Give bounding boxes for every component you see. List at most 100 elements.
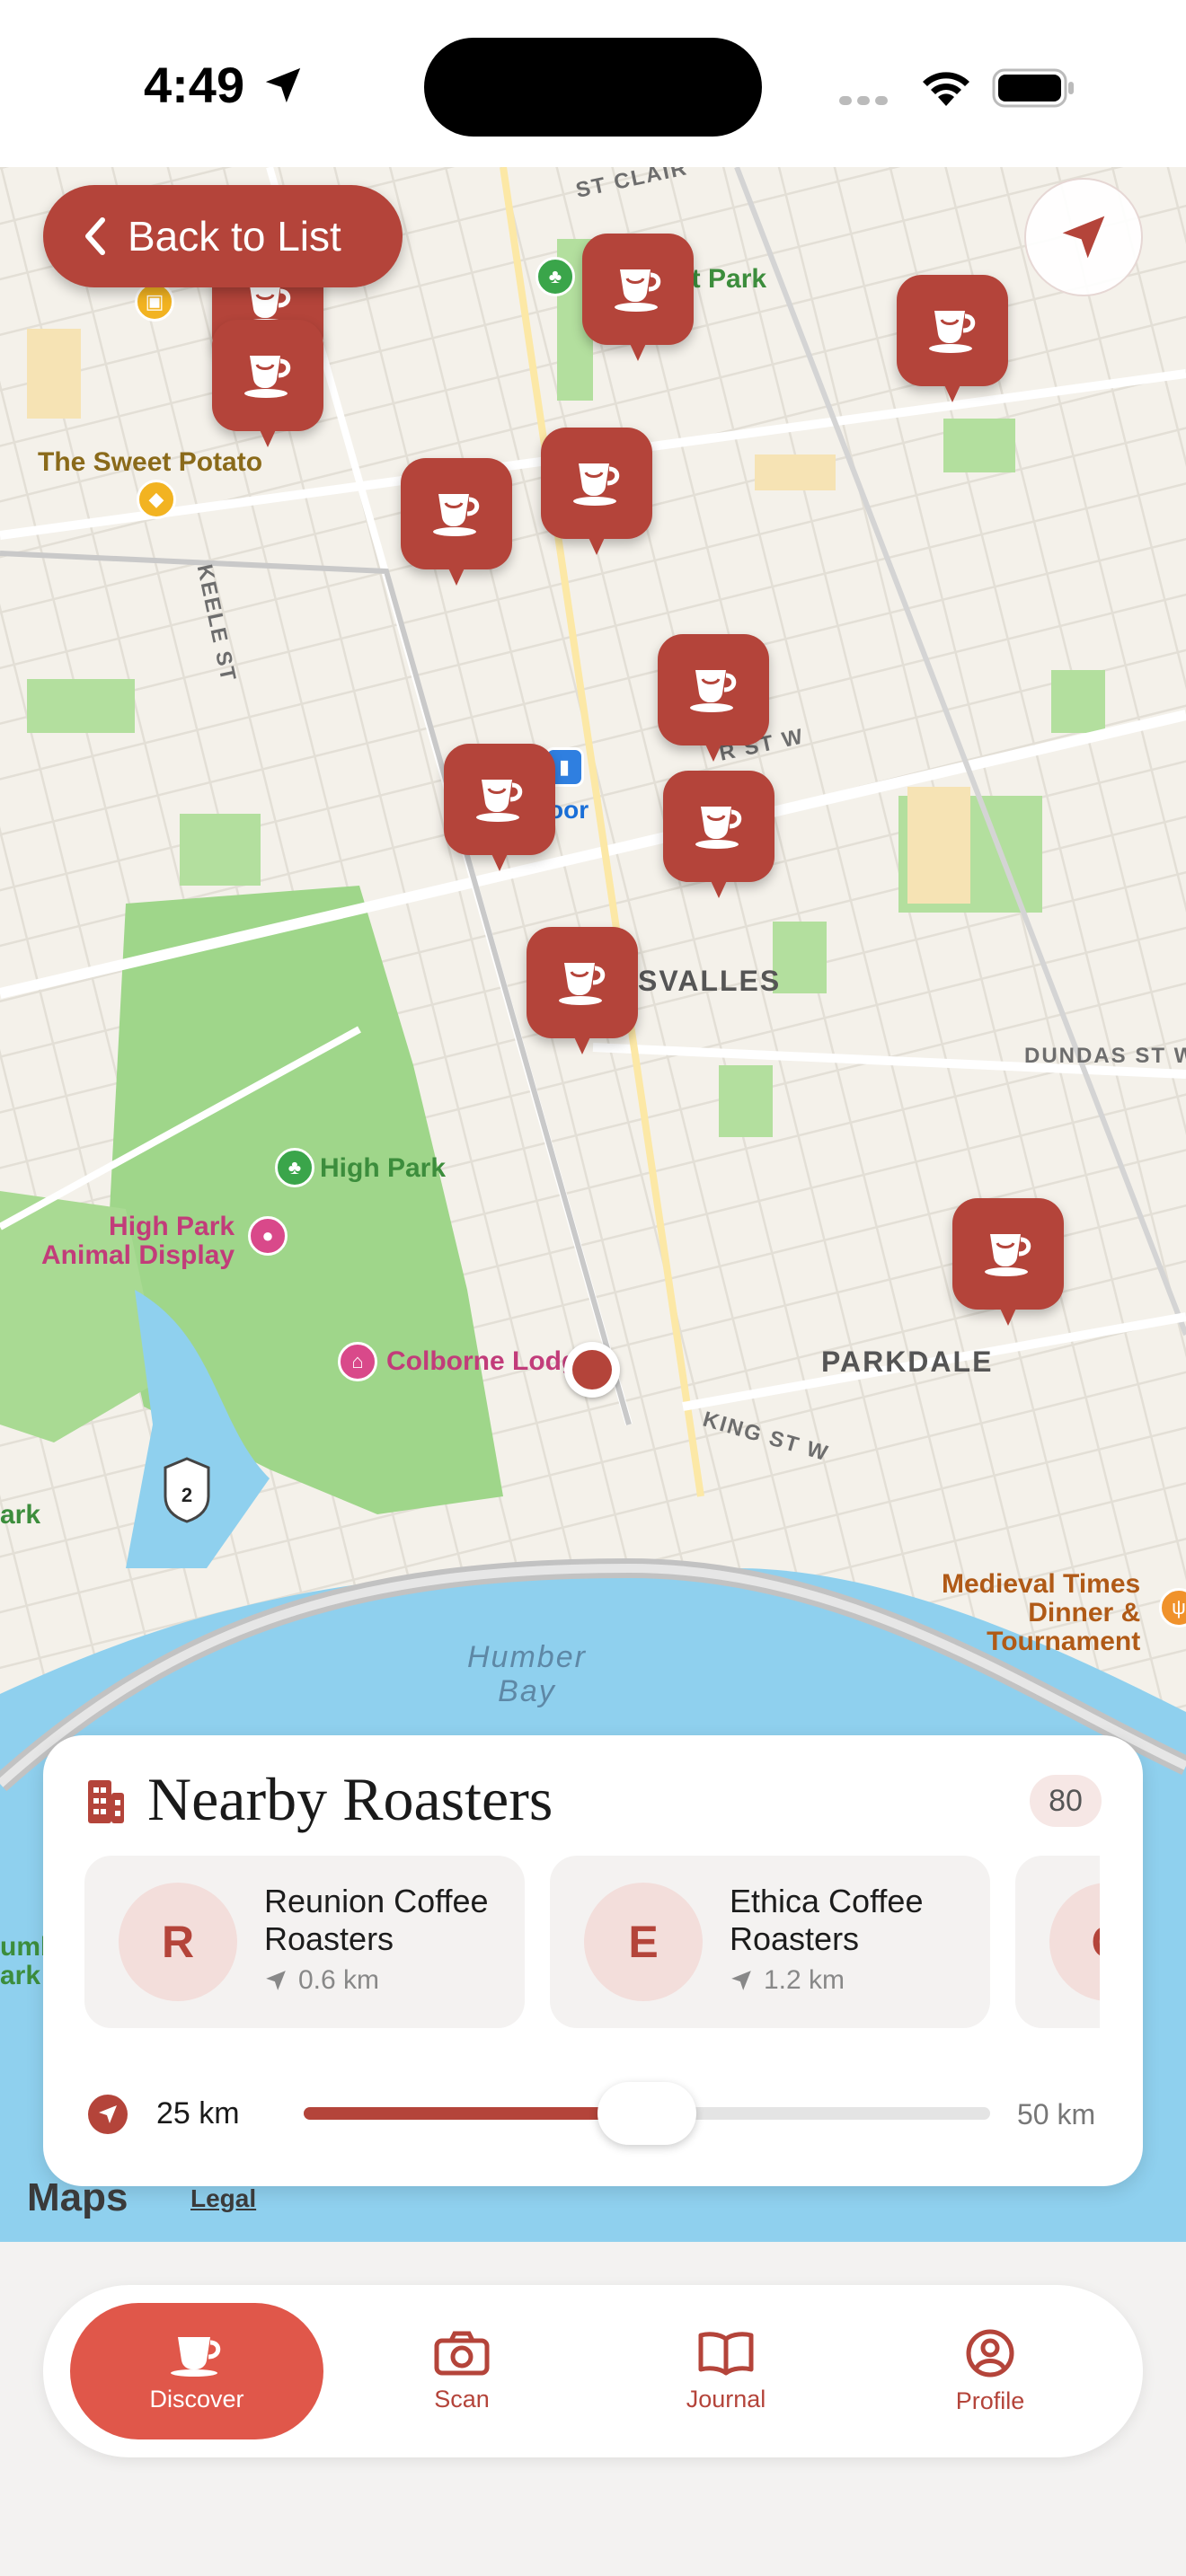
highway-shield-icon: 2 (164, 1457, 210, 1523)
park-tree-icon[interactable]: ♣ (275, 1148, 314, 1187)
roaster-map-pin[interactable] (582, 234, 694, 368)
roaster-distance: 0.6 km (264, 1965, 379, 1996)
location-arrow-icon (88, 2095, 128, 2134)
chevron-left-icon (85, 217, 105, 255)
back-to-list-button[interactable]: Back to List (43, 185, 403, 287)
park-tree-icon[interactable]: ♣ (535, 257, 575, 296)
map-label-animal-display: High Park Animal Display (41, 1212, 235, 1270)
roaster-map-pin[interactable] (541, 428, 652, 562)
coffee-cup-icon (433, 494, 480, 536)
coffee-cup-icon (573, 463, 620, 506)
back-to-list-label: Back to List (128, 213, 341, 260)
cup-icon (171, 2336, 221, 2377)
radius-slider-thumb[interactable] (597, 2082, 696, 2145)
roaster-map-pin[interactable] (658, 634, 769, 769)
radius-slider-fill (304, 2107, 629, 2120)
roaster-name: Reunion Coffee Roasters (264, 1883, 489, 1957)
map-label-dundas: DUNDAS ST W (1024, 1044, 1186, 1068)
map-label-medieval-times: Medieval Times Dinner & Tournament (942, 1569, 1141, 1656)
coffee-cup-icon (690, 670, 737, 712)
radius-max: 50 km (1017, 2098, 1096, 2130)
roaster-distance-value: 0.6 km (298, 1965, 380, 1995)
nearby-roasters-title: Nearby Roasters (147, 1765, 553, 1833)
camera-icon (434, 2331, 490, 2375)
roaster-map-pin[interactable] (212, 320, 323, 454)
map-label-left-park: ark (0, 1500, 41, 1530)
tab-profile[interactable]: Profile (882, 2285, 1098, 2457)
pin-tail (997, 1302, 1019, 1326)
tab-discover[interactable]: Discover (70, 2303, 323, 2439)
pin-tail (489, 848, 510, 871)
tab-label: Profile (955, 2386, 1025, 2414)
tab-label: Scan (434, 2385, 490, 2413)
tab-scan[interactable]: Scan (354, 2285, 570, 2457)
pin-tail (708, 875, 730, 898)
museum-icon[interactable]: ⌂ (338, 1342, 377, 1381)
roaster-card[interactable]: O (1015, 1856, 1100, 2028)
location-arrow-icon (731, 1971, 751, 1990)
status-bar: 4:49 (0, 0, 1186, 167)
highway-number: 2 (181, 1484, 192, 1506)
coffee-cup-icon (476, 780, 523, 822)
location-arrow-icon (1062, 216, 1105, 259)
roaster-map-pin[interactable] (527, 927, 638, 1062)
tab-bar: Discover Scan Journal Profile (43, 2285, 1143, 2457)
apple-maps-logo: Maps (27, 2175, 128, 2220)
roaster-distance: 1.2 km (730, 1965, 845, 1996)
roaster-carousel[interactable]: R Reunion Coffee Roasters 0.6 km E Ethic… (84, 1856, 1100, 2028)
zoo-animal-icon[interactable]: ● (248, 1216, 288, 1256)
status-time: 4:49 (144, 57, 245, 113)
battery-icon (992, 68, 1074, 108)
roaster-map-pin[interactable] (663, 771, 774, 905)
roaster-count-badge: 80 (1030, 1775, 1102, 1827)
coffee-cup-icon (929, 311, 976, 353)
pin-tail (627, 338, 649, 361)
location-arrow-icon (266, 1971, 286, 1990)
map-label-colborne-lodge: Colborne Lodge (386, 1346, 593, 1376)
nearby-roasters-card: Nearby Roasters 80 R Reunion Coffee Roas… (43, 1735, 1143, 2186)
roaster-distance-value: 1.2 km (764, 1965, 845, 1995)
coffee-cup-icon (985, 1234, 1031, 1276)
pin-tail (942, 379, 963, 402)
map-label-humber-bay: Humber Bay (467, 1640, 587, 1708)
pin-tail (257, 424, 279, 447)
location-arrow-icon (265, 67, 301, 103)
cellular-signal-icon (839, 93, 893, 110)
map-label-park: rt Park (681, 264, 767, 294)
pin-tail (446, 562, 467, 586)
coffee-cup-icon (615, 269, 661, 312)
roaster-card[interactable]: E Ethica Coffee Roasters 1.2 km (550, 1856, 990, 2028)
coffee-cup-icon (244, 356, 291, 398)
roaster-avatar: O (1049, 1883, 1100, 2001)
roaster-avatar: E (584, 1883, 703, 2001)
pin-tail (571, 1031, 593, 1054)
map-label-high-park: High Park (320, 1153, 447, 1183)
legal-link[interactable]: Legal (190, 2184, 256, 2213)
roaster-avatar: R (119, 1883, 237, 2001)
roaster-map-pin[interactable] (897, 275, 1008, 410)
radius-slider[interactable] (304, 2082, 990, 2145)
roaster-name: Ethica Coffee Roasters (730, 1883, 924, 1957)
maps-brand: Maps (27, 2175, 128, 2219)
radius-value: 25 km (156, 2096, 240, 2130)
roaster-map-pin[interactable] (444, 744, 555, 878)
roaster-map-pin[interactable] (401, 458, 512, 593)
coffee-cup-icon (695, 807, 742, 849)
tab-journal[interactable]: Journal (618, 2285, 834, 2457)
tab-label: Journal (686, 2385, 766, 2413)
tab-label: Discover (149, 2385, 244, 2413)
dynamic-island (424, 38, 762, 137)
recenter-location-button[interactable] (1024, 178, 1143, 296)
roaster-map-pin[interactable] (952, 1198, 1064, 1333)
map-label-parkdale: PARKDALE (821, 1345, 994, 1378)
coffee-cup-icon (559, 963, 606, 1005)
map-label-roncesvalles: SVALLES (638, 965, 782, 997)
user-location-dot (564, 1342, 620, 1398)
roaster-card[interactable]: R Reunion Coffee Roasters 0.6 km (84, 1856, 525, 2028)
wifi-icon (923, 72, 969, 106)
building-icon (88, 1780, 124, 1823)
book-icon (698, 2331, 754, 2375)
grocery-basket-icon[interactable]: ◆ (137, 480, 176, 519)
pin-tail (703, 738, 724, 762)
shop-icon[interactable]: ▣ (135, 282, 174, 322)
